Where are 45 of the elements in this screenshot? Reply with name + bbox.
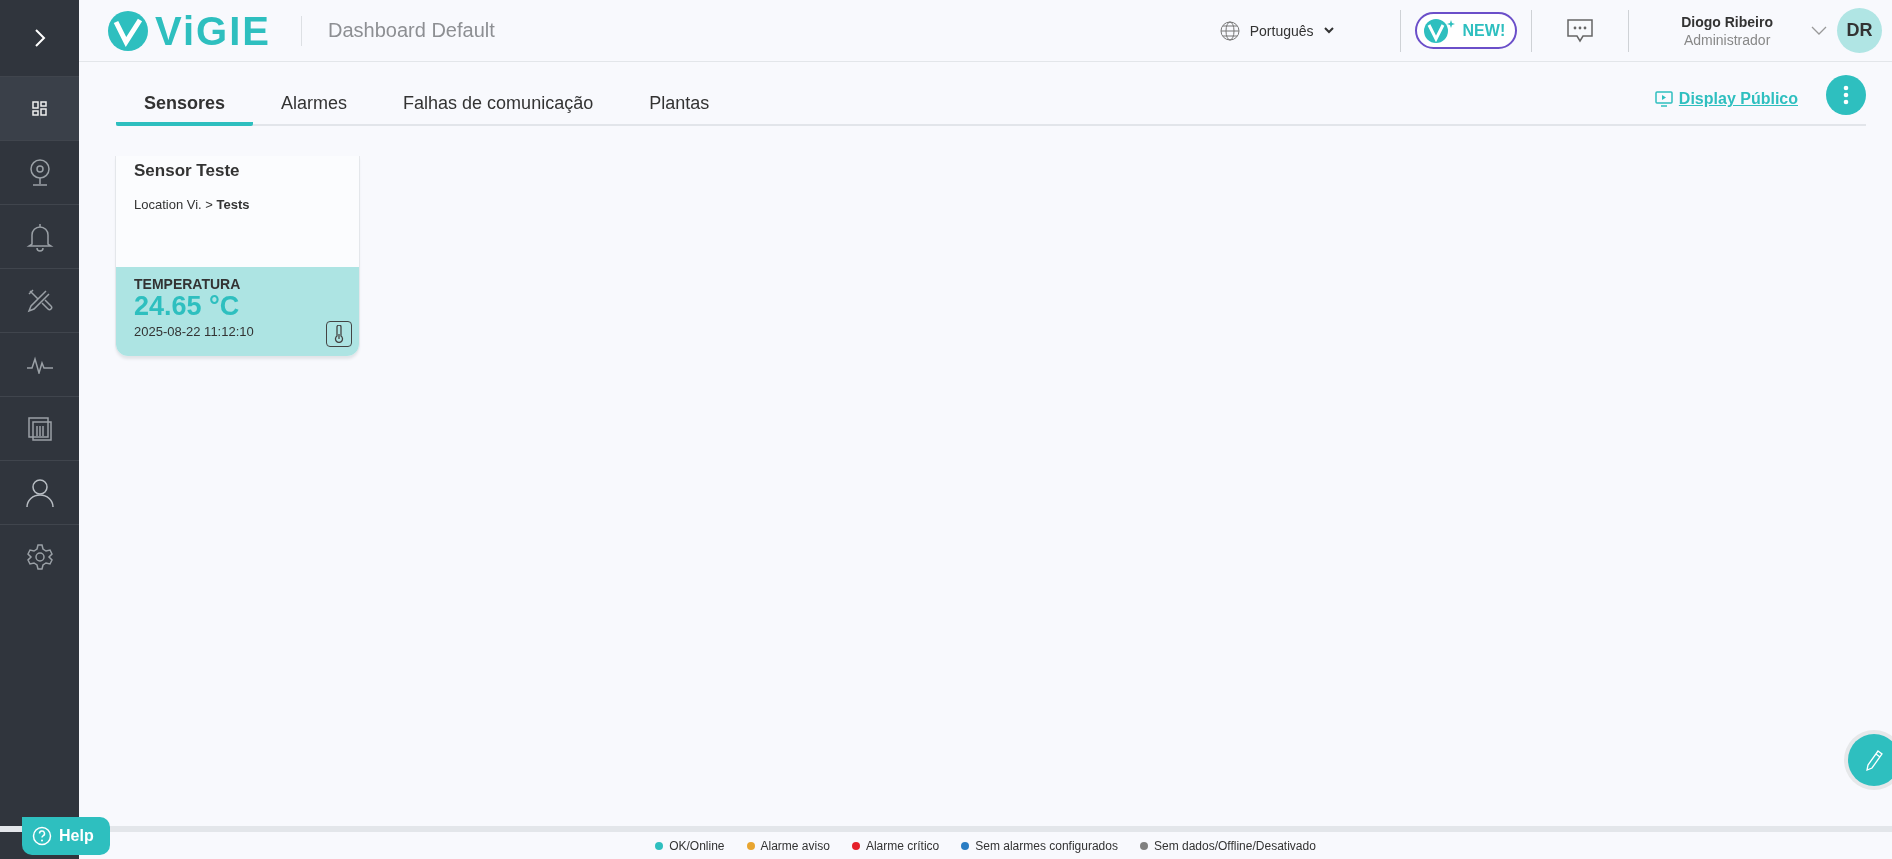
tab[interactable]: Falhas de comunicação [375,93,622,126]
legend-item: Sem dados/Offline/Desativado [1139,838,1316,853]
edit-button[interactable] [1848,734,1892,786]
user-icon [24,477,55,508]
bell-icon [25,221,54,252]
sensor-card[interactable]: Sensor Teste Location Vi. > Tests TEMPERATURA 24.65 °C 2025-08-22 11:12:10 [116,156,359,356]
page-title: Dashboard Default [328,19,496,42]
chat-icon [1566,17,1595,44]
chevron-down-icon [1323,27,1334,34]
pulse-icon [25,355,54,374]
user-role: Administrador [1683,31,1771,48]
legend-item: Alarme crítico [851,838,940,853]
settings-icon [26,543,53,570]
chevron-right-icon [33,28,46,48]
reading-value: 24.65 °C [134,292,241,320]
user-menu-button[interactable] [1811,25,1827,36]
more-options-button[interactable] [1826,75,1866,115]
tab[interactable]: Plantas [621,93,738,126]
more-icon [1843,85,1849,105]
sensor-name: Sensor Teste [134,161,241,181]
measure-label: TEMPERATURA [134,276,242,292]
pencil-icon [1864,749,1884,771]
language-dropdown[interactable]: Português [1213,19,1340,42]
chevron-down-icon [1811,25,1827,36]
tab[interactable]: Sensores [116,93,254,126]
sparkle-logo-icon [1422,16,1457,45]
screen-play-icon [1654,91,1673,107]
logo: ViGIE [107,15,302,46]
logo-mark-icon [107,9,149,52]
chat-button[interactable] [1566,17,1595,44]
legend-item: Sem alarmes configurados [961,838,1118,853]
help-icon [32,826,52,846]
user-name: Diogo Ribeiro [1681,13,1773,30]
legend-item: Alarme aviso [746,838,830,853]
tools-icon [26,287,53,314]
columns-icon [26,415,53,442]
dashboard-icon [31,100,48,117]
sensor-location: Location Vi. > Tests [134,197,251,212]
reading-time: 2025-08-22 11:12:10 [134,324,255,339]
thermometer-icon [326,321,352,347]
globe-icon [1219,20,1240,41]
user-avatar[interactable]: DR [1837,8,1882,53]
legend-item: OK/Online [655,838,725,853]
sidebar-item[interactable] [0,76,79,140]
tab[interactable]: Alarmes [253,93,376,126]
